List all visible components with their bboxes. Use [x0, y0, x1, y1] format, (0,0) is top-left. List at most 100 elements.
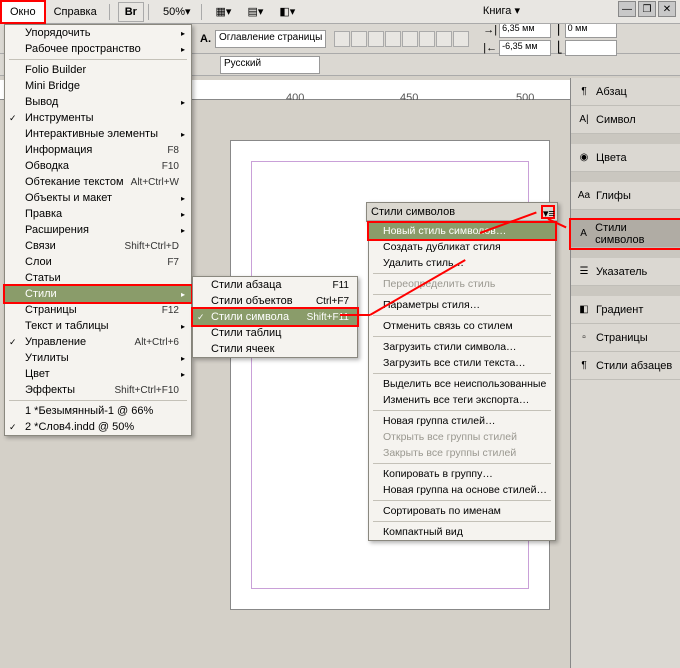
panel-icon: ¶ [577, 85, 591, 99]
panel-label: Стили абзацев [596, 360, 672, 372]
menu-item[interactable]: Объекты и макет▸ [5, 190, 191, 206]
menu-item[interactable]: ОбводкаF10 [5, 158, 191, 174]
indent-left-icon: →| [483, 24, 497, 36]
align-left-icon[interactable] [334, 31, 350, 47]
divider [201, 4, 202, 20]
flyout-item: Переопределить стиль [369, 276, 555, 292]
submenu-item[interactable]: Стили таблиц [193, 325, 357, 341]
view-tool-3[interactable]: ◧▾ [273, 2, 301, 21]
flyout-item[interactable]: Компактный вид [369, 524, 555, 540]
menu-item[interactable]: Вывод▸ [5, 94, 191, 110]
submenu-item[interactable]: Стили абзацаF11 [193, 277, 357, 293]
panel-tab[interactable]: ¶ Стили абзацев [571, 352, 680, 380]
workspace-switch[interactable]: Книга ▾ [483, 4, 520, 17]
panel-tab[interactable]: ¶Абзац [571, 78, 680, 106]
panel-icon: A| [577, 113, 591, 127]
panel-tab[interactable]: AСтили символов [571, 220, 680, 248]
panel-flyout-button[interactable]: ▾≡ [541, 205, 555, 219]
indent-right-input[interactable]: -6,35 мм [499, 40, 551, 56]
menu-item[interactable]: Folio Builder [5, 62, 191, 78]
panel-icon: Aa [577, 189, 591, 203]
menu-item[interactable]: ИнформацияF8 [5, 142, 191, 158]
menu-item[interactable]: ✓УправлениеAlt+Ctrl+6 [5, 334, 191, 350]
flyout-item[interactable]: Загрузить стили символа… [369, 339, 555, 355]
menu-item[interactable]: Цвет▸ [5, 366, 191, 382]
close-button[interactable]: ✕ [658, 1, 676, 17]
flyout-item[interactable]: Отменить связь со стилем [369, 318, 555, 334]
language-select[interactable]: Русский [220, 56, 320, 74]
align-right-icon[interactable] [368, 31, 384, 47]
panel-label: Указатель [596, 266, 647, 278]
menu-item[interactable]: Статьи [5, 270, 191, 286]
panel-icon: ▫ [577, 331, 591, 345]
align-center-icon[interactable] [351, 31, 367, 47]
divider [148, 4, 149, 20]
submenu-item[interactable]: Стили объектовCtrl+F7 [193, 293, 357, 309]
flyout-item[interactable]: Копировать в группу… [369, 466, 555, 482]
panel-tab[interactable]: A| Символ [571, 106, 680, 134]
outline-select[interactable]: Оглавление страницы [215, 30, 326, 48]
align-justify-last-left-icon[interactable] [402, 31, 418, 47]
char-mode-icon: A. [200, 33, 211, 45]
panel-icon: ¶ [577, 359, 591, 373]
menu-item[interactable]: СтраницыF12 [5, 302, 191, 318]
menu-item[interactable]: Правка▸ [5, 206, 191, 222]
panel-header[interactable]: Стили символов ▾≡ [367, 203, 557, 221]
flyout-item[interactable]: Изменить все теги экспорта… [369, 392, 555, 408]
menu-item[interactable]: СлоиF7 [5, 254, 191, 270]
panel-tab[interactable]: ◧Градиент [571, 296, 680, 324]
flyout-item[interactable]: Загрузить все стили текста… [369, 355, 555, 371]
menu-help[interactable]: Справка [46, 2, 105, 22]
panel-icon: ☰ [577, 265, 591, 279]
menu-item[interactable]: Mini Bridge [5, 78, 191, 94]
bridge-button[interactable]: Br [118, 2, 144, 22]
minimize-button[interactable]: — [618, 1, 636, 17]
submenu-item[interactable]: Стили ячеек [193, 341, 357, 357]
panel-label: Страницы [596, 332, 648, 344]
view-tool-2[interactable]: ▤▾ [241, 2, 269, 21]
menu-item[interactable]: Расширения▸ [5, 222, 191, 238]
divider [109, 4, 110, 20]
flyout-item[interactable]: Сортировать по именам [369, 503, 555, 519]
align-justify-last-right-icon[interactable] [436, 31, 452, 47]
panel-label: Градиент [596, 304, 643, 316]
submenu-item[interactable]: ✓Стили символаShift+F11 [193, 309, 357, 325]
menu-item[interactable]: Стили▸ [5, 286, 191, 302]
right-panel-dock: ¶Абзац A| Символ ◉Цвета Aa Глифы AСтили символ… [570, 78, 680, 668]
flyout-item[interactable]: Выделить все неиспользованные [369, 376, 555, 392]
align-away-spine-icon[interactable] [453, 31, 469, 47]
panel-tab[interactable]: ☰ Указатель [571, 258, 680, 286]
panel-label: Цвета [596, 152, 627, 164]
zoom-select[interactable]: 50% ▾ [157, 2, 197, 21]
panel-tab[interactable]: ◉Цвета [571, 144, 680, 172]
menu-item[interactable]: ✓2 *Слов4.indd @ 50% [5, 419, 191, 435]
panel-title: Стили символов [371, 206, 455, 218]
menu-item[interactable]: ✓Инструменты [5, 110, 191, 126]
restore-button[interactable]: ❐ [638, 1, 656, 17]
panel-label: Символ [596, 114, 636, 126]
flyout-item[interactable]: Новая группа стилей… [369, 413, 555, 429]
character-styles-panel[interactable]: Стили символов ▾≡ [366, 202, 558, 222]
align-justify-last-center-icon[interactable] [419, 31, 435, 47]
menu-item[interactable]: Утилиты▸ [5, 350, 191, 366]
menu-item[interactable]: Рабочее пространство▸ [5, 41, 191, 57]
panel-label: Глифы [596, 190, 631, 202]
flyout-item[interactable]: Новая группа на основе стилей… [369, 482, 555, 498]
menu-item[interactable]: Текст и таблицы▸ [5, 318, 191, 334]
menu-item[interactable]: Обтекание текстомAlt+Ctrl+W [5, 174, 191, 190]
indent-first-icon: ⎡ [557, 23, 563, 36]
flyout-item[interactable]: Новый стиль символов… [369, 223, 555, 239]
menu-window[interactable]: Окно [0, 0, 46, 24]
menu-item[interactable]: Интерактивные элементы▸ [5, 126, 191, 142]
menu-item[interactable]: 1 *Безымянный-1 @ 66% [5, 403, 191, 419]
flyout-item[interactable]: Создать дубликат стиля [369, 239, 555, 255]
align-justify-icon[interactable] [385, 31, 401, 47]
indent-last-input[interactable] [565, 40, 617, 56]
menu-item[interactable]: СвязиShift+Ctrl+D [5, 238, 191, 254]
panel-tab[interactable]: ▫ Страницы [571, 324, 680, 352]
panel-tab[interactable]: Aa Глифы [571, 182, 680, 210]
menu-item[interactable]: Упорядочить▸ [5, 25, 191, 41]
view-tool-1[interactable]: ▦▾ [210, 2, 238, 21]
panel-label: Стили символов [595, 222, 674, 246]
menu-item[interactable]: ЭффектыShift+Ctrl+F10 [5, 382, 191, 398]
